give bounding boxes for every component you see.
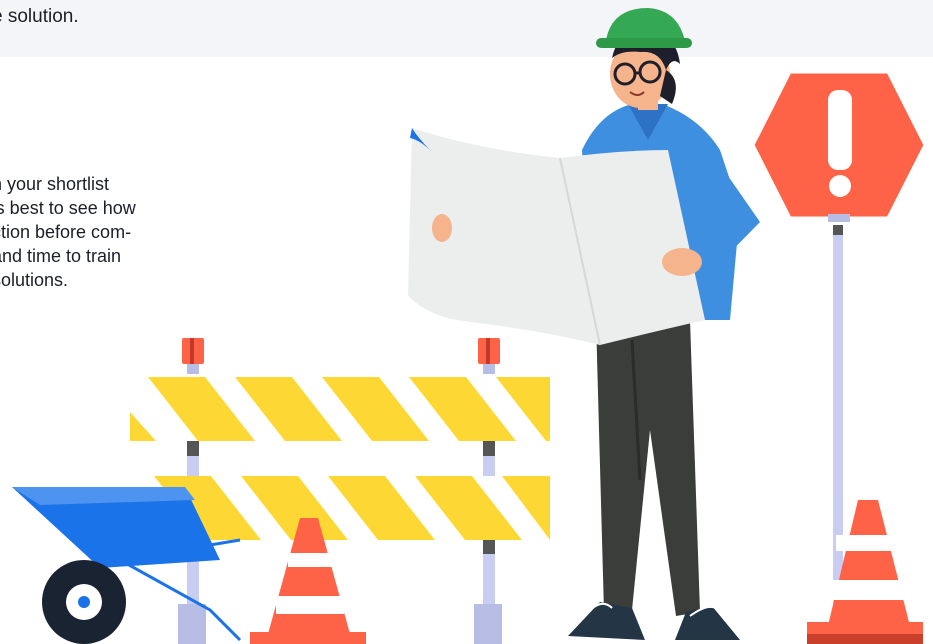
construction-worker-icon [408, 8, 760, 640]
construction-illustration [12, 8, 927, 644]
traffic-cone-right-icon [807, 500, 923, 644]
warning-sign-icon [751, 70, 927, 644]
